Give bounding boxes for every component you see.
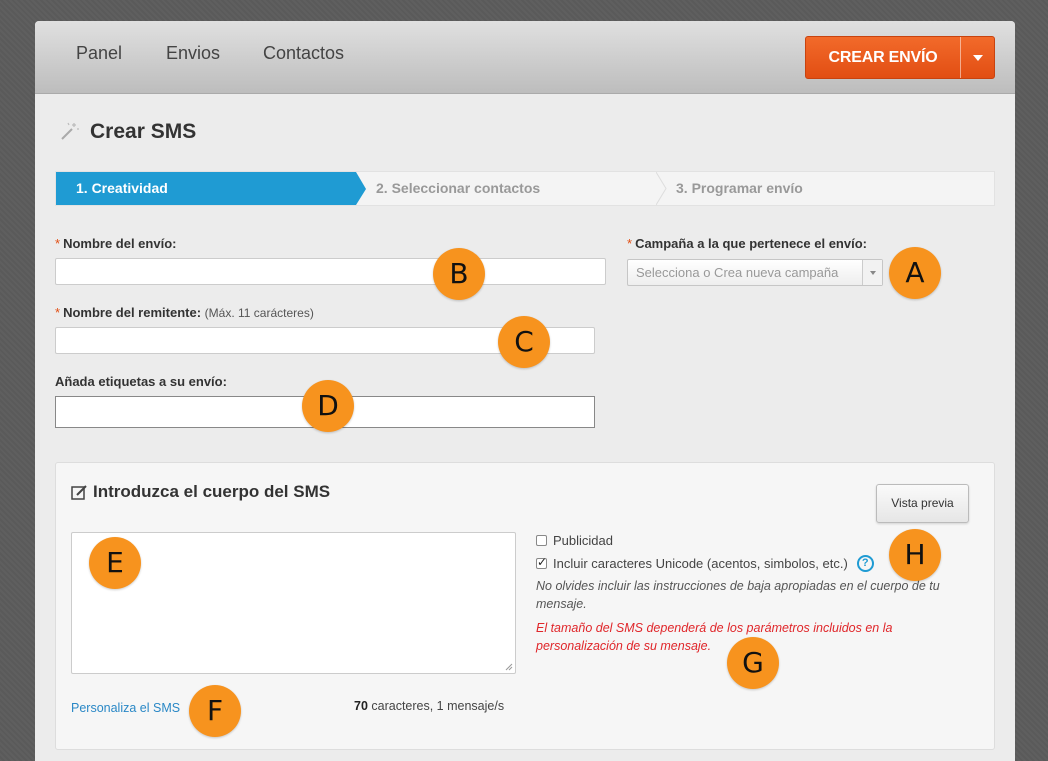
- unicode-label: Incluir caracteres Unicode (acentos, sim…: [553, 556, 848, 571]
- create-send-button-group: CREAR ENVÍO: [805, 36, 995, 79]
- marker-h: H: [889, 529, 941, 581]
- character-counter-text: caracteres, 1 mensaje/s: [367, 699, 505, 713]
- character-count: 70: [354, 699, 368, 713]
- nav-item-panel[interactable]: Panel: [76, 43, 122, 64]
- resize-handle-icon[interactable]: [505, 663, 513, 671]
- required-mark: *: [627, 236, 633, 251]
- marker-d: D: [302, 380, 354, 432]
- nav-item-envios[interactable]: Envios: [166, 43, 220, 64]
- step-divider: [656, 172, 667, 205]
- chevron-down-icon[interactable]: [961, 37, 995, 78]
- marker-e: E: [89, 537, 141, 589]
- sender-label-text: Nombre del remitente:: [63, 305, 202, 320]
- step-creatividad[interactable]: 1. Creatividad: [56, 172, 366, 205]
- marker-g: G: [727, 637, 779, 689]
- nav-item-contactos[interactable]: Contactos: [263, 43, 344, 64]
- marker-b: B: [433, 248, 485, 300]
- step-seleccionar-contactos[interactable]: 2. Seleccionar contactos: [376, 172, 540, 205]
- option-publicidad[interactable]: Publicidad: [536, 533, 613, 548]
- sms-panel-title: Introduzca el cuerpo del SMS: [93, 482, 331, 501]
- option-unicode[interactable]: Incluir caracteres Unicode (acentos, sim…: [536, 555, 874, 572]
- top-navigation-bar: Panel Envios Contactos CREAR ENVÍO: [35, 21, 1015, 94]
- sender-label: * Nombre del remitente: (Máx. 11 carácter…: [55, 305, 314, 320]
- tags-label: Añada etiquetas a su envío:: [55, 374, 227, 389]
- required-mark: *: [55, 236, 61, 251]
- campaign-select-placeholder: Selecciona o Crea nueva campaña: [636, 265, 839, 280]
- campaign-label: * Campaña a la que pertenece el envío:: [627, 236, 867, 251]
- edit-icon: [71, 485, 87, 500]
- help-icon[interactable]: ?: [856, 555, 874, 572]
- select-arrow-icon[interactable]: [862, 260, 882, 285]
- page-title: Crear SMS: [90, 120, 197, 143]
- magic-wand-icon: [61, 122, 79, 140]
- marker-f: F: [189, 685, 241, 737]
- create-send-button[interactable]: CREAR ENVÍO: [806, 37, 960, 78]
- name-label-text: Nombre del envío:: [63, 236, 177, 251]
- unsubscribe-note: No olvides incluir las instrucciones de …: [536, 579, 940, 611]
- name-label: * Nombre del envío:: [55, 236, 176, 251]
- wizard-steps: 1. Creatividad 2. Seleccionar contactos …: [55, 171, 995, 206]
- name-input[interactable]: [55, 258, 606, 285]
- personalize-sms-link[interactable]: Personaliza el SMS: [71, 701, 180, 715]
- campaign-label-text: Campaña a la que pertenece el envío:: [635, 236, 867, 251]
- step-programar-envio[interactable]: 3. Programar envío: [676, 172, 803, 205]
- marker-a: A: [889, 247, 941, 299]
- marker-c: C: [498, 316, 550, 368]
- app-window: Panel Envios Contactos CREAR ENVÍO Crear…: [35, 21, 1015, 761]
- required-mark: *: [55, 305, 61, 320]
- publicidad-checkbox[interactable]: [536, 535, 547, 546]
- campaign-select[interactable]: Selecciona o Crea nueva campaña: [627, 259, 883, 286]
- preview-button[interactable]: Vista previa: [876, 484, 969, 523]
- unicode-checkbox[interactable]: [536, 555, 547, 569]
- character-counter: 70 caracteres, 1 mensaje/s: [354, 699, 504, 713]
- sender-hint: (Máx. 11 carácteres): [204, 306, 314, 320]
- publicidad-label: Publicidad: [553, 533, 613, 548]
